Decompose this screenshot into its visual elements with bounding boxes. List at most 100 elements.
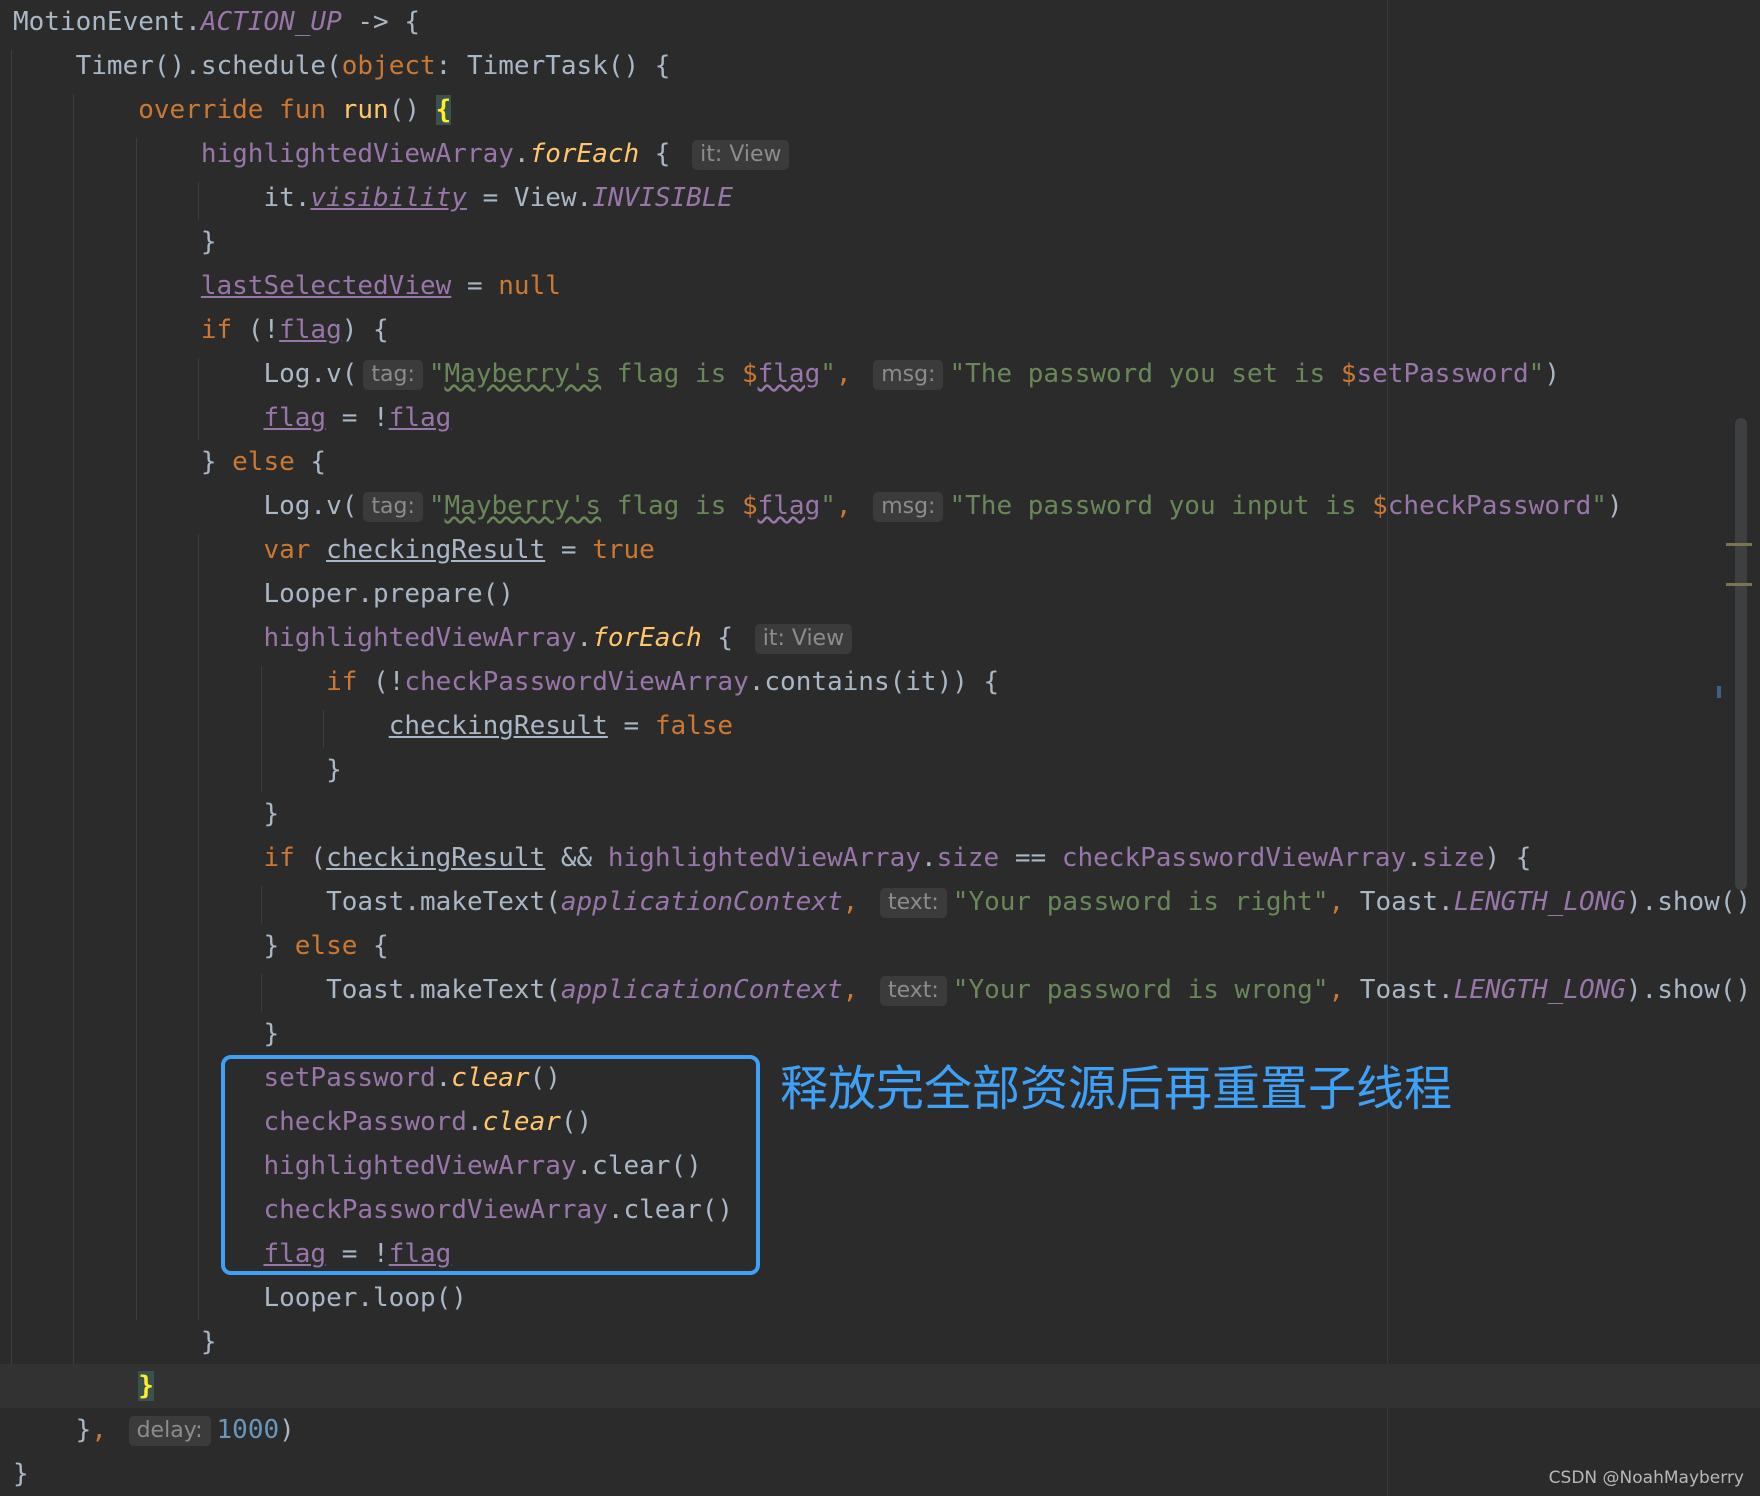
scrollbar-warning-marker[interactable] (1726, 543, 1752, 546)
code-token: INVISIBLE (592, 183, 734, 213)
code-line[interactable]: Looper.loop() (0, 1276, 467, 1320)
code-token: Toast. (1344, 975, 1454, 1005)
code-line[interactable]: it.visibility = View.INVISIBLE (0, 176, 733, 220)
scrollbar-change-marker[interactable] (1717, 686, 1721, 698)
code-token: else (294, 931, 358, 961)
code-token: = ! (326, 403, 389, 433)
code-line[interactable]: Toast.makeText(applicationContext, text:… (0, 880, 1751, 924)
code-token: override fun (138, 95, 342, 125)
code-line[interactable]: Log.v(tag: "Mayberry's flag is $flag", ms… (0, 352, 1560, 396)
code-editor[interactable]: MotionEvent.ACTION_UP -> { Timer().sched… (0, 0, 1760, 1496)
code-token: true (592, 535, 655, 565)
code-line[interactable]: if (!flag) { (0, 308, 389, 352)
code-token: checkPasswordViewArray (404, 667, 749, 697)
vertical-scrollbar[interactable] (1735, 418, 1747, 890)
scrollbar-warning-marker[interactable] (1726, 583, 1752, 586)
code-line[interactable]: Timer().schedule(object: TimerTask() { (0, 44, 671, 88)
code-line[interactable]: Toast.makeText(applicationContext, text:… (0, 968, 1751, 1012)
code-token: (! (357, 667, 405, 697)
code-line[interactable]: Log.v(tag: "Mayberry's flag is $flag", ms… (0, 484, 1623, 528)
code-token: lastSelectedView (200, 271, 452, 301)
parameter-hint: text: (879, 888, 947, 918)
annotation-box (221, 1055, 760, 1275)
code-token: " (820, 359, 836, 389)
code-token: (! (232, 315, 280, 345)
code-line[interactable]: checkingResult = false (0, 704, 733, 748)
code-token: Looper.loop() (13, 1283, 467, 1313)
code-token: } (13, 1415, 92, 1445)
code-token: $ (741, 491, 758, 521)
code-line[interactable]: if (checkingResult && highlightedViewArr… (0, 836, 1531, 880)
code-token: object (341, 51, 436, 81)
code-token: " (1528, 359, 1545, 389)
code-line[interactable]: var checkingResult = true (0, 528, 655, 572)
code-token: , (835, 491, 852, 521)
code-token: else (232, 447, 295, 477)
code-line[interactable]: highlightedViewArray.forEach { it: View (0, 616, 858, 660)
code-token: ) { (1484, 843, 1532, 873)
code-token: checkingResult (388, 711, 608, 741)
code-line[interactable]: } (0, 748, 342, 792)
parameter-hint: msg: (873, 360, 944, 390)
code-token: ).show() (1625, 887, 1752, 917)
code-line[interactable]: }, delay: 1000) (0, 1408, 295, 1452)
code-line[interactable]: lastSelectedView = null (0, 264, 561, 308)
code-token: Timer().schedule( (13, 51, 342, 81)
code-token: == (999, 843, 1062, 873)
code-token: = View. (466, 183, 593, 213)
parameter-hint: tag: (363, 492, 423, 522)
code-token: forEach (592, 623, 702, 653)
code-token: visibility (310, 183, 467, 213)
parameter-hint: text: (879, 976, 947, 1006)
code-token: . (576, 623, 593, 653)
code-token: -> { (341, 7, 421, 37)
code-token: flag (757, 359, 821, 389)
code-line[interactable]: } (0, 1452, 29, 1496)
code-token: "Your password is right" (952, 887, 1329, 917)
code-token: highlightedViewArray (607, 843, 921, 873)
code-token: ).show() (1625, 975, 1752, 1005)
code-token: if (326, 667, 358, 697)
code-token: . (513, 139, 530, 169)
code-line[interactable]: } (0, 220, 217, 264)
code-line[interactable]: MotionEvent.ACTION_UP -> { (0, 0, 420, 44)
parameter-hint: it: View (692, 140, 790, 170)
code-token: , (1328, 975, 1345, 1005)
code-token: "The password you set is (949, 359, 1341, 389)
code-line[interactable]: highlightedViewArray.forEach { it: View (0, 132, 795, 176)
code-token: checkPasswordViewArray (1061, 843, 1407, 873)
code-line[interactable]: } (0, 1012, 279, 1056)
code-line[interactable]: flag = !flag (0, 396, 451, 440)
code-line[interactable]: } (0, 1364, 1760, 1408)
code-line[interactable]: } (0, 1320, 217, 1364)
code-line[interactable]: Looper.prepare() (0, 572, 513, 616)
code-token: } (13, 755, 342, 785)
code-token: flag (263, 403, 327, 433)
code-token: checkPassword (1387, 491, 1592, 521)
code-token: var (263, 535, 327, 565)
code-line[interactable]: } else { (0, 924, 388, 968)
code-token: setPassword (1356, 359, 1529, 389)
code-token: , (842, 887, 859, 917)
code-line[interactable]: if (!checkPasswordViewArray.contains(it)… (0, 660, 999, 704)
code-line[interactable]: } else { (0, 440, 326, 484)
code-token: checkingResult (326, 843, 546, 873)
code-token: $ (1372, 491, 1388, 521)
code-token: "The password you input is (949, 491, 1373, 521)
code-token: ) (279, 1415, 295, 1445)
code-line[interactable]: } (0, 792, 279, 836)
parameter-hint: msg: (873, 492, 944, 522)
code-token: size (936, 843, 1000, 873)
code-token: () (388, 95, 436, 125)
code-token: it. (13, 183, 311, 213)
parameter-hint: it: View (754, 624, 853, 654)
code-token: Toast.makeText( (13, 975, 561, 1005)
code-line[interactable]: override fun run() { (0, 88, 452, 132)
